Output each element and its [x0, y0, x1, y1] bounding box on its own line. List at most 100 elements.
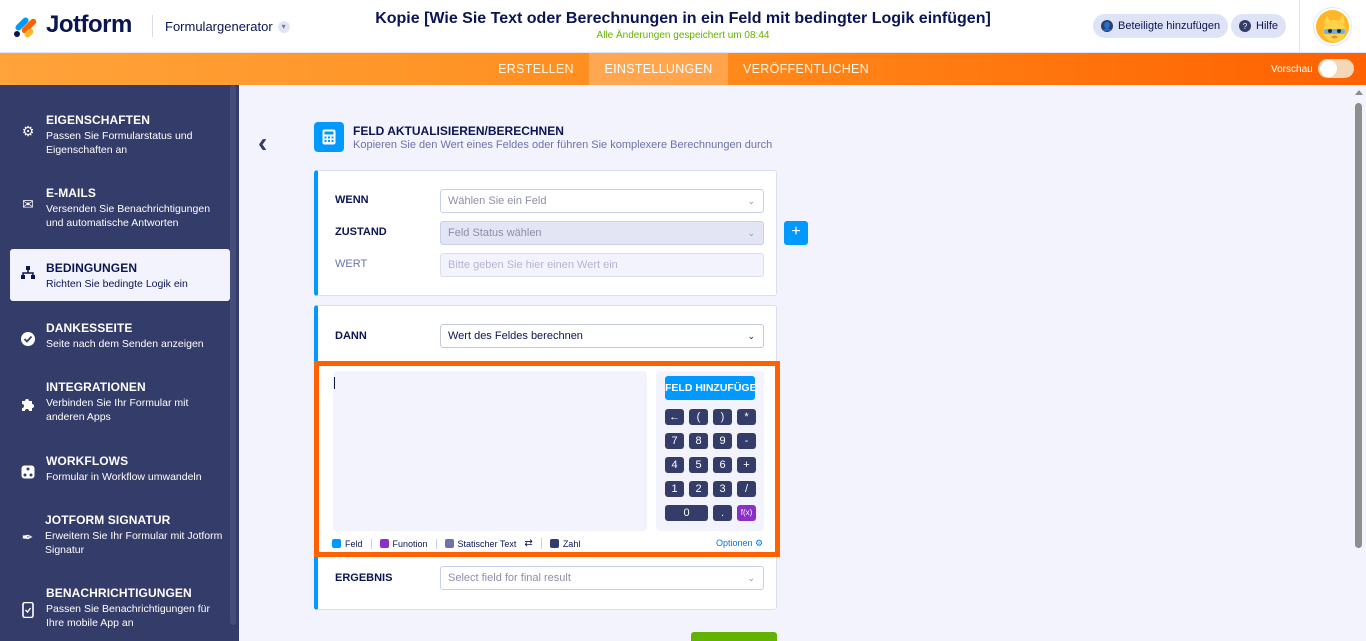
- sidebar-item-title: BENACHRICHTIGUNGEN: [46, 586, 192, 600]
- key-open-paren[interactable]: (: [689, 409, 708, 425]
- legend-label: Funotion: [392, 538, 428, 549]
- calculator-icon: [314, 122, 344, 152]
- sidebar-item-signatur[interactable]: ✒ JOTFORM SIGNATUR Erweitern Sie Ihr For…: [10, 513, 230, 557]
- sidebar-item-desc: Seite nach dem Senden anzeigen: [46, 338, 204, 350]
- workflow-icon: [20, 464, 36, 480]
- back-chevron-icon[interactable]: ‹: [258, 129, 267, 157]
- scrollbar-thumb[interactable]: [1355, 103, 1362, 548]
- key-2[interactable]: 2: [689, 481, 708, 497]
- user-icon: 👤: [1101, 20, 1113, 32]
- wert-label: WERT: [335, 258, 368, 270]
- sidebar-item-title: WORKFLOWS: [46, 454, 129, 468]
- legend-swatch: [444, 539, 454, 548]
- key-decimal[interactable]: .: [713, 505, 732, 521]
- puzzle-icon: [20, 396, 36, 412]
- legend-item-static-text: Statischer Text ⇄: [444, 538, 542, 549]
- wenn-placeholder: Wählen Sie ein Feld: [448, 195, 547, 207]
- preview-toggle[interactable]: [1318, 59, 1354, 78]
- options-label: Optionen: [716, 538, 753, 548]
- invite-collaborators-button[interactable]: 👤 Beteiligte hinzufügen: [1093, 14, 1229, 38]
- legend-label: Feld: [345, 538, 363, 549]
- save-button[interactable]: [691, 632, 777, 641]
- sidebar-item-title: BEDINGUNGEN: [46, 261, 138, 275]
- sidebar-item-desc: Passen Sie Formularstatus und Eigenschaf…: [46, 130, 193, 156]
- sidebar-item-desc: Versenden Sie Benachrichtigungen und aut…: [46, 203, 211, 229]
- envelope-icon: ✉: [22, 195, 34, 212]
- tab-erstellen[interactable]: ERSTELLEN: [488, 53, 584, 85]
- chevron-down-icon: ⌄: [747, 331, 755, 341]
- key-9[interactable]: 9: [713, 433, 732, 449]
- app-switcher[interactable]: Formulargenerator ▾: [165, 19, 290, 34]
- legend-swatch: [332, 539, 341, 548]
- user-avatar[interactable]: [1314, 8, 1351, 45]
- logo-text: Jotform: [46, 11, 132, 38]
- gear-icon: ⚙: [755, 538, 764, 548]
- sidebar-item-title: EIGENSCHAFTEN: [46, 113, 150, 127]
- formula-editor[interactable]: [333, 371, 647, 531]
- sidebar-scrollbar[interactable]: [230, 85, 236, 625]
- sidebar-item-integrationen[interactable]: INTEGRATIONEN Verbinden Sie Ihr Formular…: [10, 380, 230, 424]
- sidebar-item-dankesseite[interactable]: DANKESSEITE Seite nach dem Senden anzeig…: [10, 321, 230, 351]
- dann-value: Wert des Feldes berechnen: [448, 330, 583, 342]
- key-7[interactable]: 7: [665, 433, 684, 449]
- key-plus[interactable]: +: [737, 457, 756, 473]
- sidebar-item-title: INTEGRATIONEN: [46, 380, 146, 394]
- sidebar-item-title: DANKESSEITE: [46, 321, 133, 335]
- form-title[interactable]: Kopie [Wie Sie Text oder Berechnungen in…: [360, 10, 1006, 28]
- help-label: Hilfe: [1256, 20, 1279, 32]
- ergebnis-field-select[interactable]: Select field for final result ⌄: [440, 566, 764, 590]
- sidebar-item-workflows[interactable]: WORKFLOWS Formular in Workflow umwandeln: [10, 454, 230, 484]
- main-tabs: ERSTELLEN EINSTELLUNGEN VERÖFFENTLICHEN …: [0, 53, 1366, 85]
- chevron-down-icon: ⌄: [747, 228, 755, 238]
- wenn-label: WENN: [335, 194, 369, 206]
- jotform-logo[interactable]: Jotform: [14, 11, 132, 39]
- tab-veroeffentlichen[interactable]: VERÖFFENTLICHEN: [734, 53, 878, 85]
- key-backspace[interactable]: ←: [665, 409, 684, 425]
- key-multiply[interactable]: *: [737, 409, 756, 425]
- sidebar-item-eigenschaften[interactable]: ⚙ EIGENSCHAFTEN Passen Sie Formularstatu…: [10, 113, 230, 157]
- cat-avatar-icon: [1323, 15, 1346, 42]
- key-0[interactable]: 0: [665, 505, 708, 521]
- zustand-select[interactable]: Feld Status wählen ⌄: [440, 221, 764, 245]
- wenn-field-select[interactable]: Wählen Sie ein Feld ⌄: [440, 189, 764, 213]
- sidebar-item-emails[interactable]: ✉ E-MAILS Versenden Sie Benachrichtigung…: [10, 186, 230, 230]
- text-cursor: [334, 377, 335, 389]
- swap-icon[interactable]: ⇄: [524, 538, 532, 549]
- section-subtitle: Kopieren Sie den Wert eines Feldes oder …: [353, 139, 773, 151]
- sidebar-item-title: E-MAILS: [46, 186, 97, 200]
- help-button[interactable]: ? Hilfe: [1231, 14, 1287, 38]
- wert-placeholder: Bitte geben Sie hier einen Wert ein: [448, 259, 618, 271]
- key-close-paren[interactable]: ): [713, 409, 732, 425]
- key-3[interactable]: 3: [713, 481, 732, 497]
- save-status: Alle Änderungen gespeichert um 08:44: [596, 30, 770, 41]
- add-field-button[interactable]: FELD HINZUFÜGEN: [665, 376, 755, 400]
- sidebar-item-benachrichtigungen[interactable]: BENACHRICHTIGUNGEN Passen Sie Benachrich…: [10, 586, 230, 630]
- options-link[interactable]: Optionen ⚙: [716, 538, 763, 549]
- sidebar-item-desc: Passen Sie Benachrichtigungen für Ihre m…: [46, 603, 211, 629]
- tab-einstellungen[interactable]: EINSTELLUNGEN: [589, 53, 728, 85]
- legend-label: Zahl: [562, 538, 581, 549]
- key-4[interactable]: 4: [665, 457, 684, 473]
- add-condition-button[interactable]: +: [784, 221, 808, 245]
- page-scrollbar[interactable]: [1352, 85, 1366, 641]
- scroll-up-arrow-icon[interactable]: [1355, 90, 1363, 95]
- chevron-down-icon: ⌄: [747, 573, 755, 583]
- check-circle-icon: [20, 331, 36, 347]
- sidebar-item-bedingungen[interactable]: BEDINGUNGEN Richten Sie bedingte Logik e…: [10, 249, 230, 301]
- key-1[interactable]: 1: [665, 481, 684, 497]
- sitemap-icon: [20, 265, 36, 281]
- key-5[interactable]: 5: [689, 457, 708, 473]
- dann-action-select[interactable]: Wert des Feldes berechnen ⌄: [440, 324, 764, 348]
- key-divide[interactable]: /: [737, 481, 756, 497]
- key-8[interactable]: 8: [689, 433, 708, 449]
- legend-item-feld: Feld: [332, 538, 372, 549]
- sidebar-item-desc: Erweitern Sie Ihr Formular mit Jotform S…: [45, 530, 223, 556]
- wert-input[interactable]: Bitte geben Sie hier einen Wert ein: [440, 253, 764, 277]
- zustand-placeholder: Feld Status wählen: [448, 227, 542, 239]
- settings-sidebar: ⚙ EIGENSCHAFTEN Passen Sie Formularstatu…: [0, 85, 239, 641]
- key-minus[interactable]: -: [737, 433, 756, 449]
- ergebnis-placeholder: Select field for final result: [448, 572, 571, 584]
- function-key-icon[interactable]: f(x): [737, 505, 756, 521]
- header-divider-right: [1299, 0, 1300, 53]
- key-6[interactable]: 6: [713, 457, 732, 473]
